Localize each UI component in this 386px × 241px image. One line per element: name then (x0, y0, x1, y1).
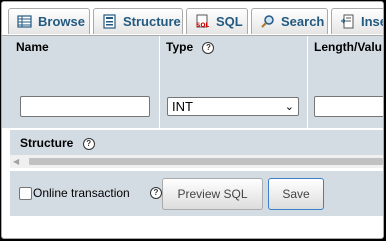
column-divider (307, 36, 308, 128)
length-column-header: Length/Valu (308, 36, 383, 93)
tab-search-label: Search (281, 14, 325, 29)
type-header-label: Type (166, 40, 194, 54)
structure-section-header: Structure ? (10, 130, 383, 155)
name-header-label: Name (16, 40, 49, 54)
save-button[interactable]: Save (268, 178, 324, 210)
scroll-left-arrow-icon[interactable]: ◀ (13, 157, 19, 166)
structure-label: Structure (20, 136, 74, 150)
online-transaction-label: Online transaction (33, 186, 130, 200)
tab-insert-label: Inse (361, 14, 383, 29)
sql-icon: SQL (195, 14, 210, 29)
dialog-frame: Browse Structure SQL SQL Search Ins Name… (1, 1, 384, 239)
svg-text:SQL: SQL (196, 22, 209, 29)
type-select[interactable]: INT ⌄ (167, 97, 299, 116)
horizontal-scrollbar[interactable]: ◀ (10, 155, 383, 168)
tab-browse[interactable]: Browse (8, 8, 90, 34)
tab-search[interactable]: Search (251, 8, 328, 34)
preview-sql-button[interactable]: Preview SQL (162, 178, 263, 210)
length-header-label: Length/Valu (314, 40, 383, 54)
chevron-down-icon: ⌄ (284, 101, 294, 113)
help-icon[interactable]: ? (150, 187, 162, 199)
tab-sql[interactable]: SQL SQL (186, 8, 248, 34)
tab-structure[interactable]: Structure (93, 8, 183, 34)
help-icon[interactable]: ? (82, 137, 95, 150)
tab-structure-label: Structure (123, 14, 181, 29)
column-header-row: Name Type ? Length/Valu (2, 36, 383, 93)
type-select-value: INT (172, 99, 193, 114)
structure-icon (102, 14, 117, 29)
column-divider (159, 36, 160, 128)
insert-icon (340, 14, 355, 29)
help-icon[interactable]: ? (202, 41, 215, 54)
length-input[interactable] (314, 96, 383, 117)
search-icon (260, 14, 275, 29)
type-column-header: Type ? (160, 36, 306, 93)
name-column-header: Name (10, 36, 158, 93)
online-transaction-checkbox[interactable] (19, 187, 32, 200)
scrollbar-thumb[interactable] (29, 158, 383, 165)
table-icon (17, 14, 32, 29)
tab-insert[interactable]: Inse (331, 8, 383, 34)
column-name-input[interactable] (20, 96, 150, 117)
tab-bar: Browse Structure SQL SQL Search Ins (2, 2, 383, 36)
tab-sql-label: SQL (216, 14, 243, 29)
tab-browse-label: Browse (38, 14, 85, 29)
